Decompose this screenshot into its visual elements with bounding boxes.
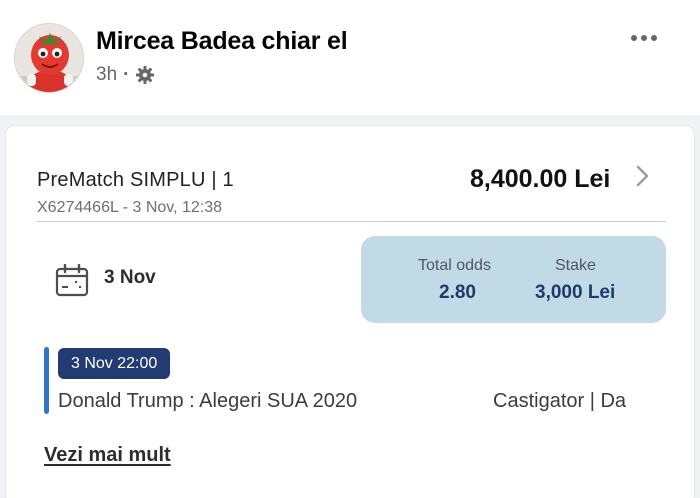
stake-label: Stake [555,257,596,274]
post-time[interactable]: 3h [96,64,117,86]
more-dots-icon [631,35,657,41]
event-selection: Castigator | Da [493,390,627,412]
post-header [0,0,700,115]
odds-summary: Total odds 2.80 Stake 3,000 Lei [361,236,666,323]
chevron-right-icon [636,165,649,187]
bet-type: PreMatch SIMPLU | 1 [37,169,234,191]
see-more-link[interactable]: Vezi mai mult [44,444,171,467]
bet-id: X6274466L - 3 Nov, 12:38 [37,199,223,216]
post-author[interactable]: Mircea Badea chiar el [96,27,348,56]
tomato-mascot-avatar [15,24,83,92]
divider [37,221,666,222]
total-odds-label: Total odds [418,257,491,274]
meta-separator: · [123,64,130,85]
event-name: Donald Trump : Alegeri SUA 2020 [58,390,358,412]
total-odds-value: 2.80 [439,282,476,303]
calendar-icon [55,263,89,298]
open-ticket-button[interactable] [630,163,654,189]
potential-payout: 8,400.00 Lei [470,165,611,193]
event-accent-bar [44,347,49,414]
avatar[interactable] [14,23,84,93]
stake-value: 3,000 Lei [535,282,616,303]
more-options-button[interactable] [624,20,664,56]
gear-icon[interactable] [135,65,155,85]
bet-date: 3 Nov [104,267,156,288]
event-time-badge: 3 Nov 22:00 [58,348,171,379]
post-meta: 3h · [96,64,155,86]
